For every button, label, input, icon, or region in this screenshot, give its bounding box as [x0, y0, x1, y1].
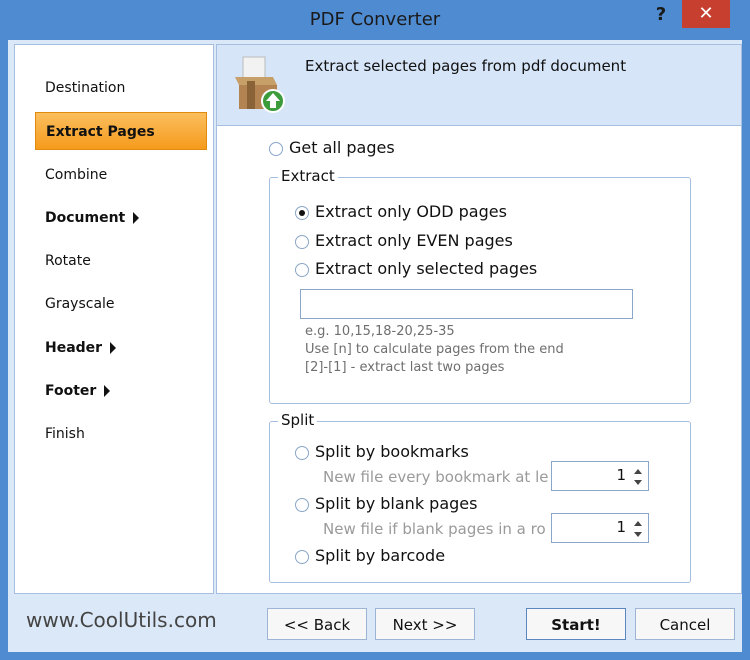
bookmark-level-stepper[interactable]: 1 — [551, 461, 649, 491]
stepper-down-icon[interactable] — [634, 480, 642, 485]
radio-circle — [295, 234, 309, 249]
title-bar: PDF Converter ? ✕ — [0, 0, 750, 40]
extract-even-radio[interactable]: Extract only EVEN pages — [295, 230, 513, 252]
next-button[interactable]: Next >> — [375, 608, 475, 640]
radio-label: Extract only selected pages — [315, 259, 538, 278]
app-window: PDF Converter ? ✕ Destination Extract Pa… — [0, 0, 750, 660]
extract-selected-radio[interactable]: Extract only selected pages — [295, 258, 537, 280]
stepper-down-icon[interactable] — [634, 532, 642, 537]
sidebar-item-label: Combine — [45, 167, 108, 183]
hint-from-end: Use [n] to calculate pages from the end — [305, 342, 564, 357]
expand-arrow-icon — [110, 342, 117, 354]
help-button[interactable]: ? — [648, 4, 674, 28]
split-blank-radio[interactable]: Split by blank pages — [295, 493, 477, 515]
radio-label: Split by barcode — [315, 546, 446, 565]
sidebar-item-extract-pages[interactable]: Extract Pages — [35, 112, 207, 150]
stepper-up-icon[interactable] — [634, 469, 642, 474]
radio-circle — [295, 262, 309, 277]
radio-circle — [295, 205, 309, 220]
sidebar-item-destination[interactable]: Destination — [15, 69, 213, 107]
sidebar-item-grayscale[interactable]: Grayscale — [15, 285, 213, 323]
sidebar-item-label: Rotate — [45, 253, 91, 269]
cancel-button[interactable]: Cancel — [635, 608, 735, 640]
website-link[interactable]: www.CoolUtils.com — [26, 608, 217, 632]
sidebar-item-rotate[interactable]: Rotate — [15, 242, 213, 280]
radio-label: Split by bookmarks — [315, 442, 469, 461]
radio-circle — [295, 497, 309, 512]
sidebar-item-label: Grayscale — [45, 296, 115, 312]
sidebar-item-label: Finish — [45, 426, 85, 442]
sidebar-item-label: Header — [45, 340, 103, 356]
radio-label: Get all pages — [289, 138, 395, 157]
sidebar-item-label: Document — [45, 210, 126, 226]
back-button[interactable]: << Back — [267, 608, 367, 640]
hint-example: e.g. 10,15,18-20,25-35 — [305, 324, 455, 339]
sidebar-item-label: Extract Pages — [46, 124, 155, 140]
sidebar-item-header[interactable]: Header — [15, 329, 213, 367]
radio-label: Split by blank pages — [315, 494, 478, 513]
expand-arrow-icon — [133, 212, 140, 224]
sidebar-item-footer[interactable]: Footer — [15, 372, 213, 410]
hint-last-two: [2]-[1] - extract last two pages — [305, 360, 505, 375]
client-area: Destination Extract Pages Combine Docume… — [8, 40, 742, 652]
stepper-up-icon[interactable] — [634, 521, 642, 526]
pages-input[interactable] — [300, 289, 633, 319]
get-all-pages-radio[interactable]: Get all pages — [269, 137, 395, 159]
radio-circle — [269, 141, 283, 156]
bookmark-level-label: New file every bookmark at le — [323, 468, 549, 486]
sidebar-item-label: Destination — [45, 80, 126, 96]
sidebar: Destination Extract Pages Combine Docume… — [14, 44, 214, 594]
window-title: PDF Converter — [309, 9, 441, 30]
radio-circle — [295, 549, 309, 564]
split-bookmarks-radio[interactable]: Split by bookmarks — [295, 441, 469, 463]
group-label: Extract — [278, 167, 338, 185]
sidebar-item-label: Footer — [45, 383, 97, 399]
expand-arrow-icon — [104, 385, 111, 397]
sidebar-item-combine[interactable]: Combine — [15, 156, 213, 194]
stepper-value: 1 — [616, 518, 626, 536]
main-panel: Extract selected pages from pdf document… — [216, 44, 742, 594]
stepper-value: 1 — [616, 466, 626, 484]
panel-header-text: Extract selected pages from pdf document — [305, 57, 627, 75]
blank-pages-stepper[interactable]: 1 — [551, 513, 649, 543]
group-label: Split — [278, 411, 318, 429]
close-button[interactable]: ✕ — [682, 0, 730, 28]
footer-bar: www.CoolUtils.com << Back Next >> Start!… — [8, 596, 742, 652]
panel-header: Extract selected pages from pdf document — [217, 45, 741, 126]
blank-pages-label: New file if blank pages in a ro — [323, 520, 546, 538]
extract-odd-radio[interactable]: Extract only ODD pages — [295, 201, 507, 223]
sidebar-item-finish[interactable]: Finish — [15, 415, 213, 453]
sidebar-item-document[interactable]: Document — [15, 199, 213, 237]
radio-circle — [295, 445, 309, 460]
split-barcode-radio[interactable]: Split by barcode — [295, 545, 445, 567]
radio-label: Extract only ODD pages — [315, 202, 507, 221]
start-button[interactable]: Start! — [526, 608, 626, 640]
radio-label: Extract only EVEN pages — [315, 231, 513, 250]
package-export-icon — [235, 56, 285, 113]
